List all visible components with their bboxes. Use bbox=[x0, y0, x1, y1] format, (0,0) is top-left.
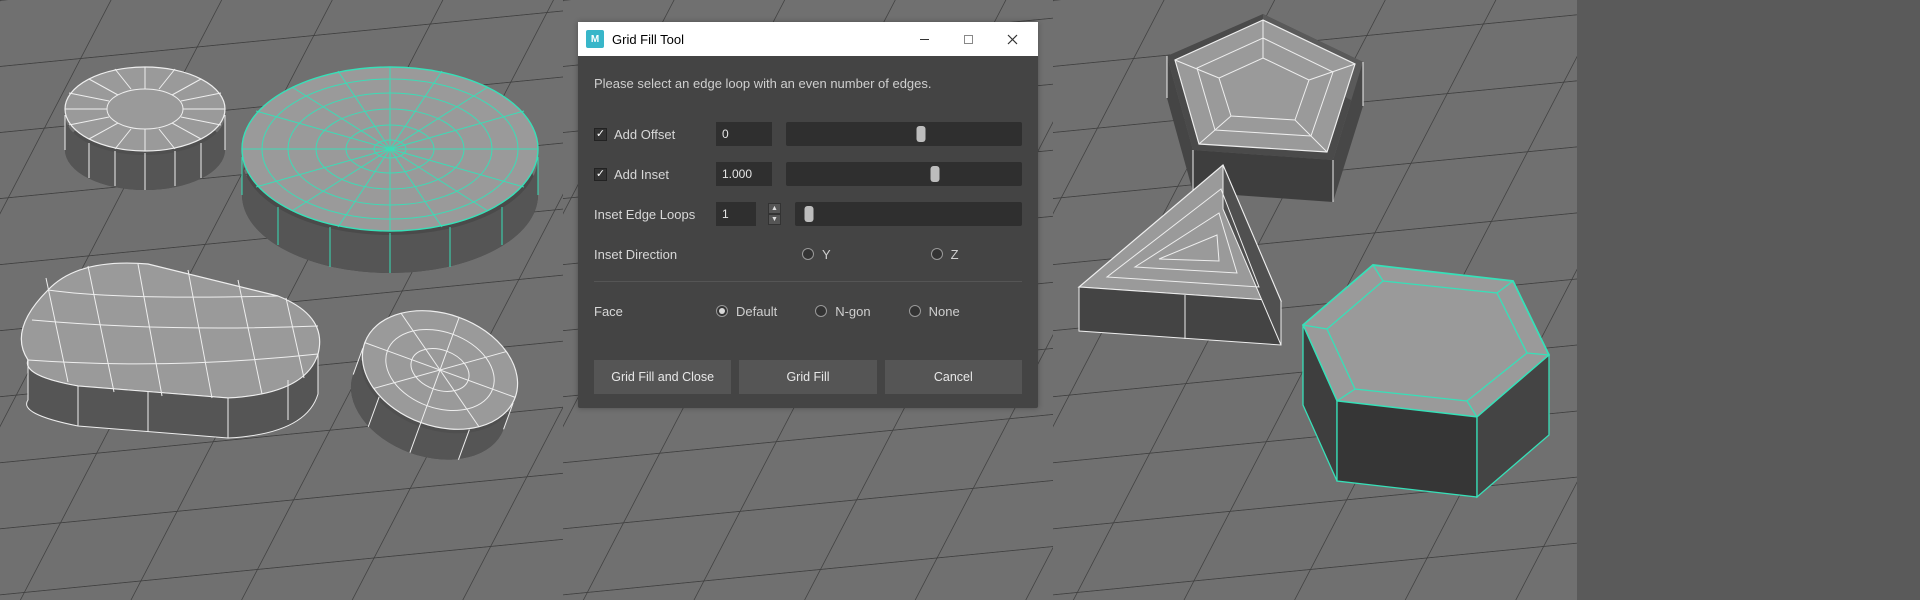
checkbox-add-offset[interactable] bbox=[594, 128, 607, 141]
grid-fill-dialog: M Grid Fill Tool Please select an edge l… bbox=[578, 22, 1038, 408]
viewport-left[interactable] bbox=[0, 0, 563, 600]
spinner-up-icon[interactable]: ▲ bbox=[768, 203, 781, 214]
cancel-button[interactable]: Cancel bbox=[885, 360, 1022, 394]
mesh-small-cylinder bbox=[65, 67, 225, 190]
viewport-right[interactable] bbox=[1053, 0, 1577, 600]
row-add-offset: Add Offset bbox=[594, 119, 1022, 149]
maximize-icon[interactable] bbox=[946, 22, 990, 56]
close-icon[interactable] bbox=[990, 22, 1034, 56]
row-inset-loops: Inset Edge Loops ▲ ▼ bbox=[594, 199, 1022, 229]
instruction-text: Please select an edge loop with an even … bbox=[594, 76, 1022, 91]
minimize-icon[interactable] bbox=[902, 22, 946, 56]
radio-face-none[interactable]: None bbox=[909, 304, 960, 319]
window-title: Grid Fill Tool bbox=[612, 32, 902, 47]
row-inset-direction: Inset Direction Y Z bbox=[594, 239, 1022, 269]
separator bbox=[594, 281, 1022, 282]
radio-direction-z[interactable]: Z bbox=[931, 247, 959, 262]
slider-add-offset[interactable] bbox=[786, 122, 1022, 146]
apply-button[interactable]: Grid Fill bbox=[739, 360, 876, 394]
slider-add-inset[interactable] bbox=[786, 162, 1022, 186]
titlebar[interactable]: M Grid Fill Tool bbox=[578, 22, 1038, 56]
label-add-offset: Add Offset bbox=[614, 127, 675, 142]
radio-direction-y[interactable]: Y bbox=[802, 247, 831, 262]
apply-close-button[interactable]: Grid Fill and Close bbox=[594, 360, 731, 394]
viewport-mid-backdrop: M Grid Fill Tool Please select an edge l… bbox=[563, 0, 1053, 600]
radio-face-ngon[interactable]: N-gon bbox=[815, 304, 870, 319]
field-inset-loops[interactable] bbox=[716, 202, 756, 226]
row-face: Face Default N-gon None bbox=[594, 296, 1022, 326]
spinner-down-icon[interactable]: ▼ bbox=[768, 214, 781, 225]
field-add-offset[interactable] bbox=[716, 122, 772, 146]
mesh-hexagon-selected bbox=[1303, 265, 1549, 497]
label-inset-direction: Inset Direction bbox=[594, 247, 677, 262]
row-add-inset: Add Inset bbox=[594, 159, 1022, 189]
checkbox-add-inset[interactable] bbox=[594, 168, 607, 181]
label-face: Face bbox=[594, 304, 623, 319]
app-icon: M bbox=[586, 30, 604, 48]
label-add-inset: Add Inset bbox=[614, 167, 669, 182]
radio-face-default[interactable]: Default bbox=[716, 304, 777, 319]
mesh-large-disc-selected bbox=[242, 67, 538, 273]
field-add-inset[interactable] bbox=[716, 162, 772, 186]
slider-inset-loops[interactable] bbox=[795, 202, 1022, 226]
label-inset-loops: Inset Edge Loops bbox=[594, 207, 695, 222]
